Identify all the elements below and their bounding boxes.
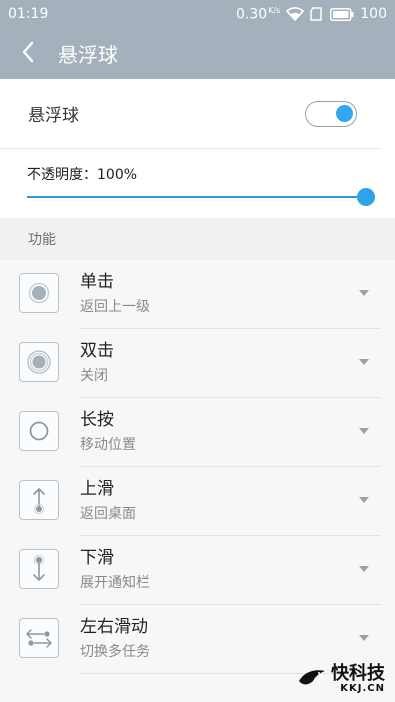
status-time: 01:19 [8, 6, 49, 22]
page-title: 悬浮球 [58, 43, 118, 67]
network-speed-unit: K/s [268, 5, 281, 15]
opacity-label: 不透明度：100% [27, 167, 138, 183]
dropdown-arrow-icon [359, 290, 369, 296]
list-item-double-tap[interactable]: 双击 关闭 [0, 329, 395, 398]
dropdown-arrow-icon [359, 635, 369, 641]
list-item-title: 双击 [80, 341, 114, 361]
watermark-sub: KKJ.CN [340, 683, 385, 694]
sim-icon [310, 7, 324, 21]
swipe-horizontal-icon [19, 618, 59, 658]
opacity-row: 不透明度：100% [0, 149, 395, 218]
list-item-long-press[interactable]: 长按 移动位置 [0, 398, 395, 467]
list-item-title: 长按 [80, 410, 114, 430]
opacity-slider-thumb[interactable] [357, 188, 375, 206]
bird-logo-icon [297, 667, 327, 693]
opacity-slider[interactable] [27, 188, 375, 206]
swipe-up-icon [19, 480, 59, 520]
back-button[interactable] [0, 28, 56, 79]
back-arrow-icon [21, 41, 35, 67]
list-item-single-tap[interactable]: 单击 返回上一级 [0, 260, 395, 329]
network-speed: 0.30K/s [236, 6, 280, 23]
dropdown-arrow-icon [359, 497, 369, 503]
function-list: 单击 返回上一级 双击 关闭 长按 移动位置 上滑 返回桌面 下滑 展开通知栏 … [0, 260, 395, 674]
long-press-icon [19, 411, 59, 451]
floating-ball-toggle[interactable] [305, 100, 357, 127]
app-header: 悬浮球 [0, 28, 395, 79]
list-item-subtitle: 移动位置 [80, 437, 136, 453]
network-speed-value: 0.30 [235, 6, 268, 23]
list-item-subtitle: 返回上一级 [80, 299, 150, 315]
dropdown-arrow-icon [359, 359, 369, 365]
list-item-subtitle: 切换多任务 [80, 644, 150, 660]
list-item-subtitle: 展开通知栏 [80, 575, 150, 591]
list-item-title: 下滑 [80, 548, 114, 568]
list-item-subtitle: 关闭 [80, 368, 108, 384]
dropdown-arrow-icon [359, 428, 369, 434]
status-bar: 01:19 0.30K/s 100 [0, 0, 395, 28]
list-item-title: 左右滑动 [80, 617, 148, 637]
double-tap-icon [19, 342, 59, 382]
list-item-subtitle: 返回桌面 [80, 506, 136, 522]
settings-card: 悬浮球 不透明度：100% [0, 79, 395, 218]
dropdown-arrow-icon [359, 566, 369, 572]
list-item-title: 上滑 [80, 479, 114, 499]
list-item-swipe-up[interactable]: 上滑 返回桌面 [0, 467, 395, 536]
floating-ball-toggle-row[interactable]: 悬浮球 [0, 79, 381, 149]
watermark-logo: 快科技 KKJ.CN [297, 665, 385, 694]
battery-level: 100 [360, 6, 387, 22]
toggle-knob [336, 104, 353, 122]
status-icons: 0.30K/s 100 [236, 6, 387, 23]
floating-ball-label: 悬浮球 [28, 106, 79, 126]
swipe-down-icon [19, 549, 59, 589]
watermark-main: 快科技 [331, 663, 385, 684]
battery-icon [330, 7, 354, 21]
wifi-icon [286, 7, 305, 21]
list-item-title: 单击 [80, 272, 114, 292]
single-tap-icon [19, 273, 59, 313]
list-item-swipe-down[interactable]: 下滑 展开通知栏 [0, 536, 395, 605]
section-header-functions: 功能 [0, 218, 395, 260]
